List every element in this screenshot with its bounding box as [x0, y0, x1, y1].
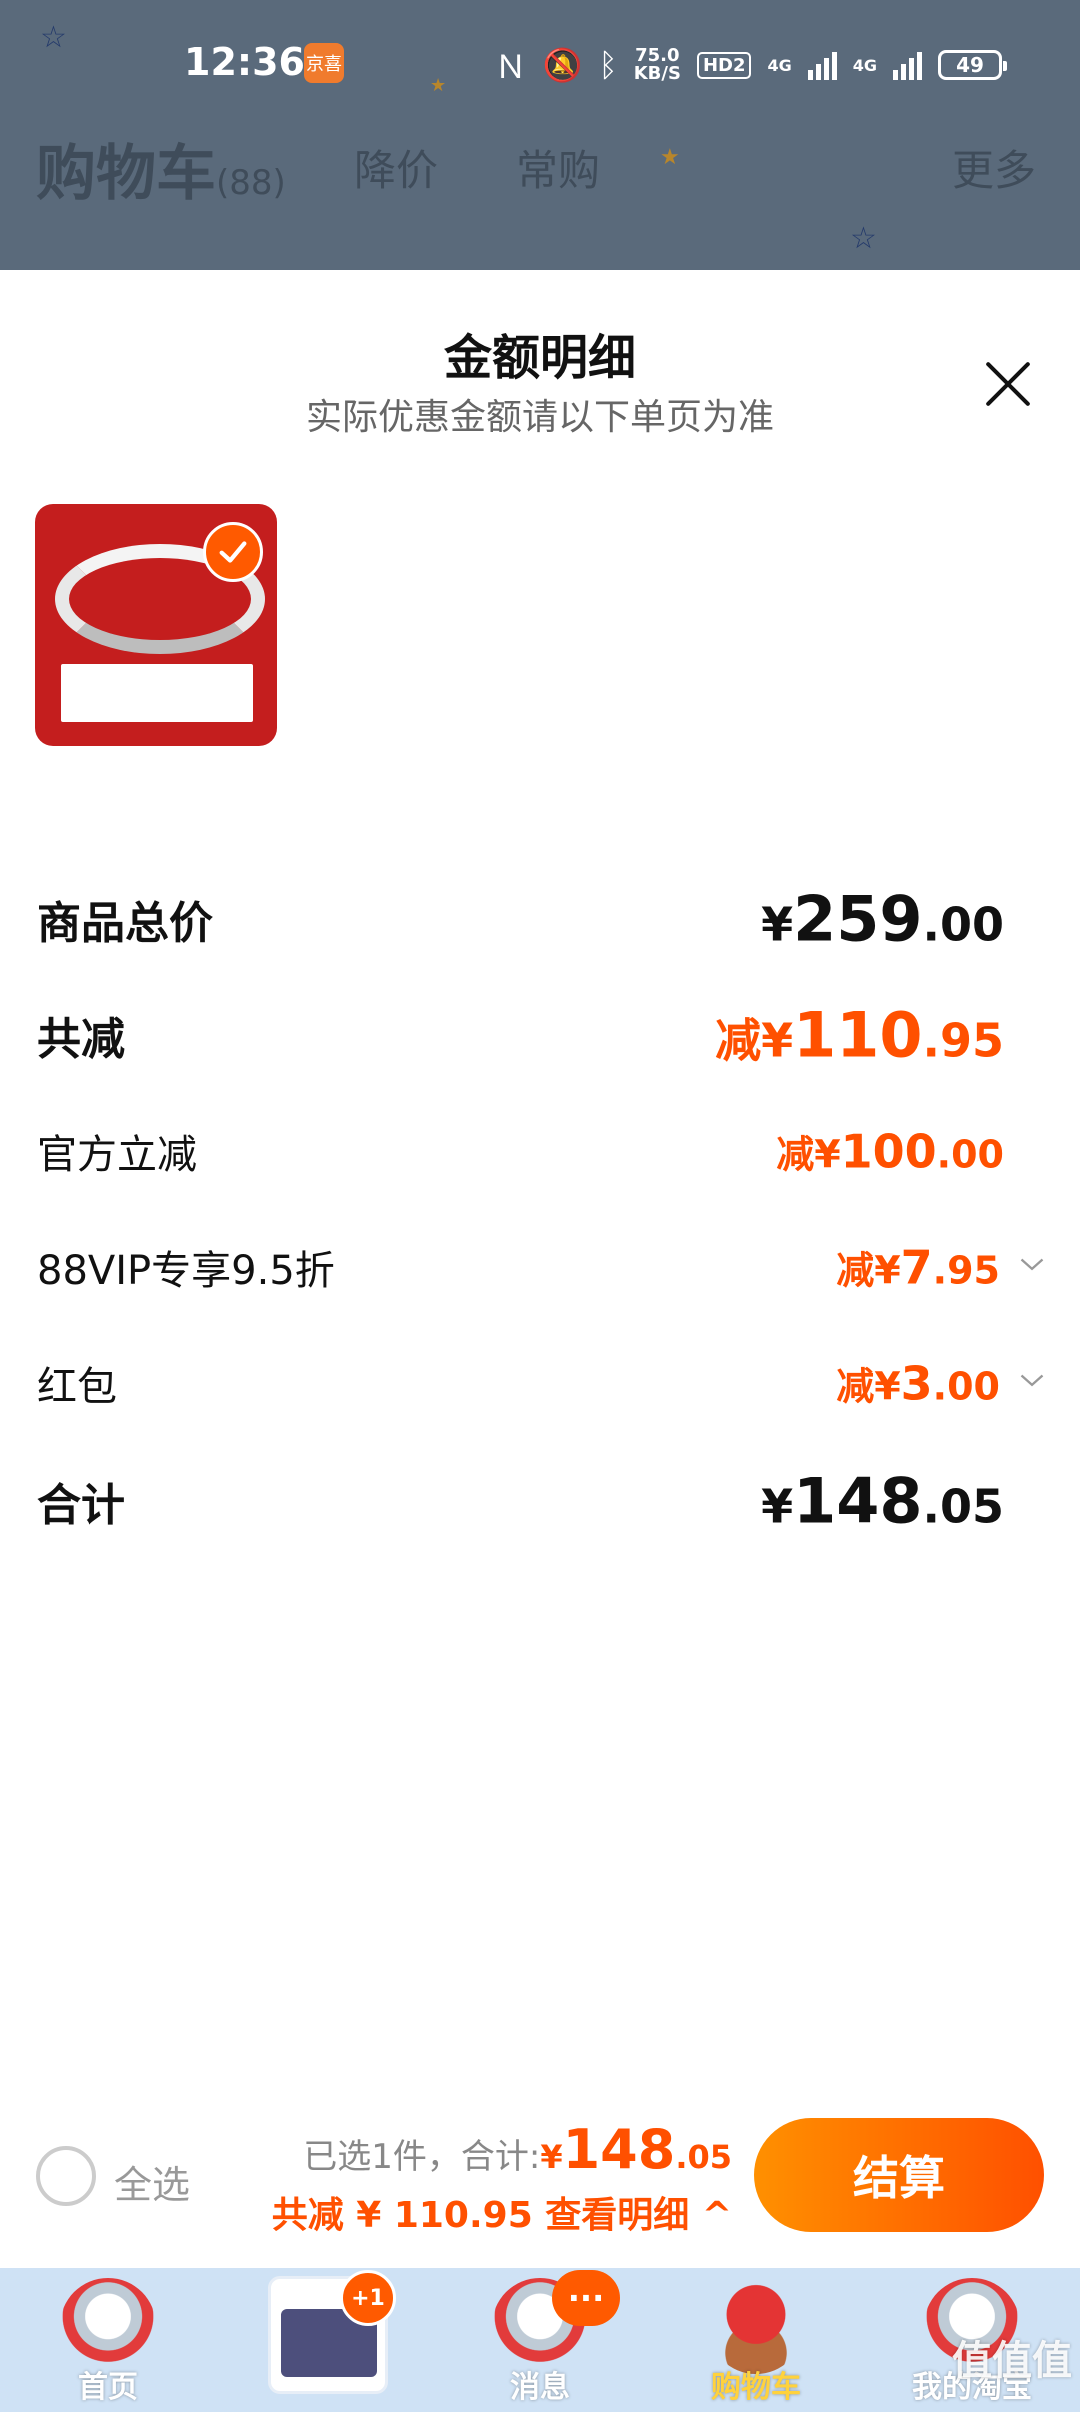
dimmed-background: ☆ 12:36 京喜 Ｎ 🔕 ᛒ 75.0 KB/S HD2 4G 4G 49 … — [0, 0, 1080, 270]
select-all-checkbox[interactable] — [36, 2146, 96, 2206]
cart-title-text: 购物车 — [36, 139, 216, 209]
cart-header: 购物车(88) 降价 常购 更多 ★ ☆ ★ — [0, 75, 1080, 256]
bluetooth-icon: ᛒ — [598, 46, 618, 84]
row-grand-total: 合计 ¥148.05 — [0, 1456, 1080, 1546]
watermark-logo: 值值值 — [952, 2338, 1072, 2384]
vip-discount-prefix: 减¥ — [836, 1248, 901, 1293]
row-red-packet[interactable]: 红包 减¥ 3.00 — [0, 1338, 1080, 1428]
total-discount-dec: .95 — [922, 1013, 1005, 1068]
official-discount-dec: .00 — [936, 1132, 1004, 1177]
cart-mascot-icon — [708, 2278, 804, 2374]
official-discount-prefix: 减¥ — [776, 1132, 841, 1177]
red-packet-prefix: 减¥ — [836, 1364, 901, 1409]
sheet-subtitle: 实际优惠金额请以下单页为准 — [305, 397, 774, 438]
messages-badge: ··· — [552, 2270, 620, 2326]
network-speed-unit: KB/S — [633, 63, 681, 84]
tab-cart[interactable]: 购物车 — [648, 2268, 864, 2412]
hd-voice-icon: HD2 — [696, 51, 752, 79]
grand-total-dec: .05 — [922, 1479, 1005, 1534]
total-price-label: 商品总价 — [37, 898, 213, 949]
chevron-down-icon[interactable] — [1018, 1366, 1046, 1394]
battery-icon: 49 — [938, 50, 1007, 80]
grand-total-label: 合计 — [37, 1480, 125, 1531]
cart-title[interactable]: 购物车(88) — [36, 125, 286, 212]
cart-count: (88) — [216, 163, 286, 203]
vip-discount-label: 88VIP专享9.5折 — [37, 1248, 335, 1294]
star-decoration-icon: ★ — [430, 75, 447, 96]
status-indicators: Ｎ 🔕 ᛒ 75.0 KB/S HD2 4G 4G 49 — [494, 42, 1007, 88]
star-decoration-icon: ☆ — [40, 20, 67, 55]
close-icon[interactable] — [982, 358, 1034, 410]
view-discount-detail-link[interactable]: 共减 ¥ 110.95 查看明细 ^ — [272, 2186, 732, 2238]
summary-total-dec: .05 — [675, 2138, 732, 2176]
row-total-discount: 共减 减¥ 110.95 — [0, 990, 1080, 1080]
tab-home-label: 首页 — [78, 2370, 138, 2405]
tab-cart-label: 购物车 — [711, 2370, 801, 2405]
sheet-title: 金额明细 — [443, 330, 636, 386]
nfc-icon: Ｎ — [494, 48, 527, 86]
total-discount-value: 减¥ 110.95 — [715, 999, 1004, 1072]
chevron-down-icon[interactable] — [1018, 1250, 1046, 1278]
amount-detail-sheet: 金额明细 实际优惠金额请以下单页为准 商品总价 ¥259.00 共减 减¥ 110… — [0, 270, 1080, 2268]
tab-more[interactable]: 更多 — [952, 137, 1036, 198]
red-packet-dec: .00 — [932, 1364, 1000, 1409]
network-speed: 75.0 KB/S — [634, 47, 681, 83]
checked-icon[interactable] — [203, 522, 263, 582]
tab-frequent[interactable]: 常购 — [516, 137, 600, 198]
total-price-value: ¥259.00 — [761, 883, 1004, 956]
star-decoration-icon: ☆ — [850, 221, 877, 256]
signal-label-1: 4G — [767, 55, 792, 75]
app-notification-icon: 京喜 — [304, 43, 344, 83]
row-official-discount: 官方立减 减¥ 100.00 — [0, 1106, 1080, 1196]
row-total-price: 商品总价 ¥259.00 — [0, 874, 1080, 964]
total-price-int: 259 — [793, 882, 923, 956]
total-discount-int: 110 — [793, 998, 923, 1072]
grand-total-int: 148 — [793, 1464, 923, 1538]
signal-strength-icon — [893, 50, 922, 80]
mute-icon: 🔕 — [542, 46, 583, 84]
tab-price-drop[interactable]: 降价 — [354, 137, 438, 198]
star-decoration-icon: ★ — [660, 145, 680, 170]
status-bar: ☆ 12:36 京喜 Ｎ 🔕 ᛒ 75.0 KB/S HD2 4G 4G 49 — [0, 0, 1080, 120]
tab-messages-label: 消息 — [510, 2370, 570, 2405]
signal-strength-icon — [807, 50, 837, 80]
total-price-dec: .00 — [922, 897, 1005, 952]
grand-total-value: ¥148.05 — [761, 1465, 1004, 1538]
vip-discount-dec: .95 — [932, 1248, 1000, 1293]
total-discount-label: 共减 — [37, 1014, 125, 1065]
vip-discount-int: 7 — [900, 1240, 933, 1295]
vip-discount-value: 减¥ 7.95 — [836, 1240, 1000, 1295]
tab-promo[interactable] — [216, 2268, 432, 2412]
home-mascot-icon — [60, 2278, 156, 2374]
bottom-tab-bar: 首页 消息 购物车 我的淘宝 — [0, 2268, 1080, 2412]
summary-total-int: 148 — [562, 2118, 676, 2181]
checkout-bar: 全选 已选1件，合计: ¥148.05 共减 ¥ 110.95 查看明细 ^ 结算 — [0, 2090, 1080, 2260]
product-thumbnail[interactable] — [35, 504, 277, 746]
summary-total-currency: ¥ — [540, 2138, 563, 2176]
promo-count-badge: +1 — [340, 2270, 396, 2326]
selected-summary: 已选1件，合计: ¥148.05 — [303, 2118, 732, 2181]
selected-text: 已选1件，合计: — [303, 2137, 541, 2177]
total-price-currency: ¥ — [761, 897, 794, 952]
row-vip-discount[interactable]: 88VIP专享9.5折 减¥ 7.95 — [0, 1222, 1080, 1312]
total-discount-prefix: 减¥ — [715, 1013, 794, 1068]
status-time: 12:36 — [184, 40, 305, 84]
official-discount-int: 100 — [840, 1124, 937, 1179]
official-discount-label: 官方立减 — [37, 1132, 197, 1178]
checkout-button[interactable]: 结算 — [754, 2118, 1044, 2232]
official-discount-value: 减¥ 100.00 — [776, 1124, 1004, 1179]
grand-total-currency: ¥ — [761, 1479, 794, 1534]
tab-home[interactable]: 首页 — [0, 2268, 216, 2412]
signal-label-2: 4G — [852, 55, 877, 75]
red-packet-label: 红包 — [37, 1364, 117, 1410]
select-all-label[interactable]: 全选 — [114, 2154, 190, 2209]
product-label-card — [61, 664, 253, 722]
red-packet-value: 减¥ 3.00 — [836, 1356, 1000, 1411]
red-packet-int: 3 — [900, 1356, 933, 1411]
